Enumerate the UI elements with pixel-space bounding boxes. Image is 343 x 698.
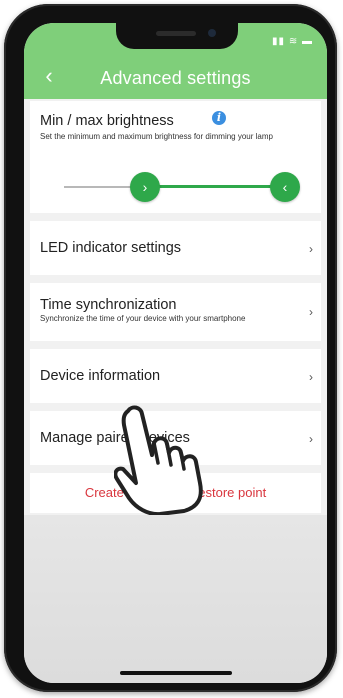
info-icon[interactable]: i: [212, 111, 226, 125]
led-indicator-settings-row[interactable]: LED indicator settings ›: [30, 221, 321, 275]
brightness-label: Min / max brightness: [40, 113, 174, 129]
status-bar-icons: ▮▮ ≋ ▬: [272, 36, 313, 47]
speaker-grille: [156, 31, 196, 36]
time-synchronization-row[interactable]: Time synchronization Synchronize the tim…: [30, 283, 321, 341]
device-information-row[interactable]: Device information ›: [30, 349, 321, 403]
chevron-right-icon: ›: [309, 432, 313, 446]
chevron-left-icon: ‹: [282, 179, 288, 195]
min-brightness-handle[interactable]: ›: [130, 172, 160, 202]
brightness-description: Set the minimum and maximum brightness f…: [40, 132, 273, 141]
slider-track-active: [144, 185, 284, 188]
app-screen: ‹ Advanced settings ▮▮ ≋ ▬ Min / max bri…: [24, 23, 327, 683]
row-label: LED indicator settings: [40, 240, 182, 256]
battery-icon: ▬: [302, 36, 313, 47]
phone-frame: ‹ Advanced settings ▮▮ ≋ ▬ Min / max bri…: [4, 4, 337, 692]
row-label: Device information: [40, 368, 161, 384]
empty-area: [24, 515, 327, 683]
max-brightness-handle[interactable]: ‹: [270, 172, 300, 202]
front-camera-icon: [208, 29, 216, 37]
row-description: Synchronize the time of your device with…: [40, 314, 246, 323]
brightness-card: Min / max brightness i Set the minimum a…: [30, 101, 321, 213]
phone-notch: [116, 23, 238, 49]
page-title: Advanced settings: [100, 68, 251, 88]
home-indicator: [120, 671, 232, 675]
tap-hand-icon: [114, 405, 203, 515]
row-label: Time synchronization: [40, 297, 177, 313]
chevron-right-icon: ›: [309, 305, 313, 319]
wifi-icon: ≋: [288, 36, 299, 47]
chevron-right-icon: ›: [309, 242, 313, 256]
signal-icon: ▮▮: [272, 36, 286, 47]
chevron-right-icon: ›: [309, 370, 313, 384]
chevron-right-icon: ›: [142, 179, 148, 195]
